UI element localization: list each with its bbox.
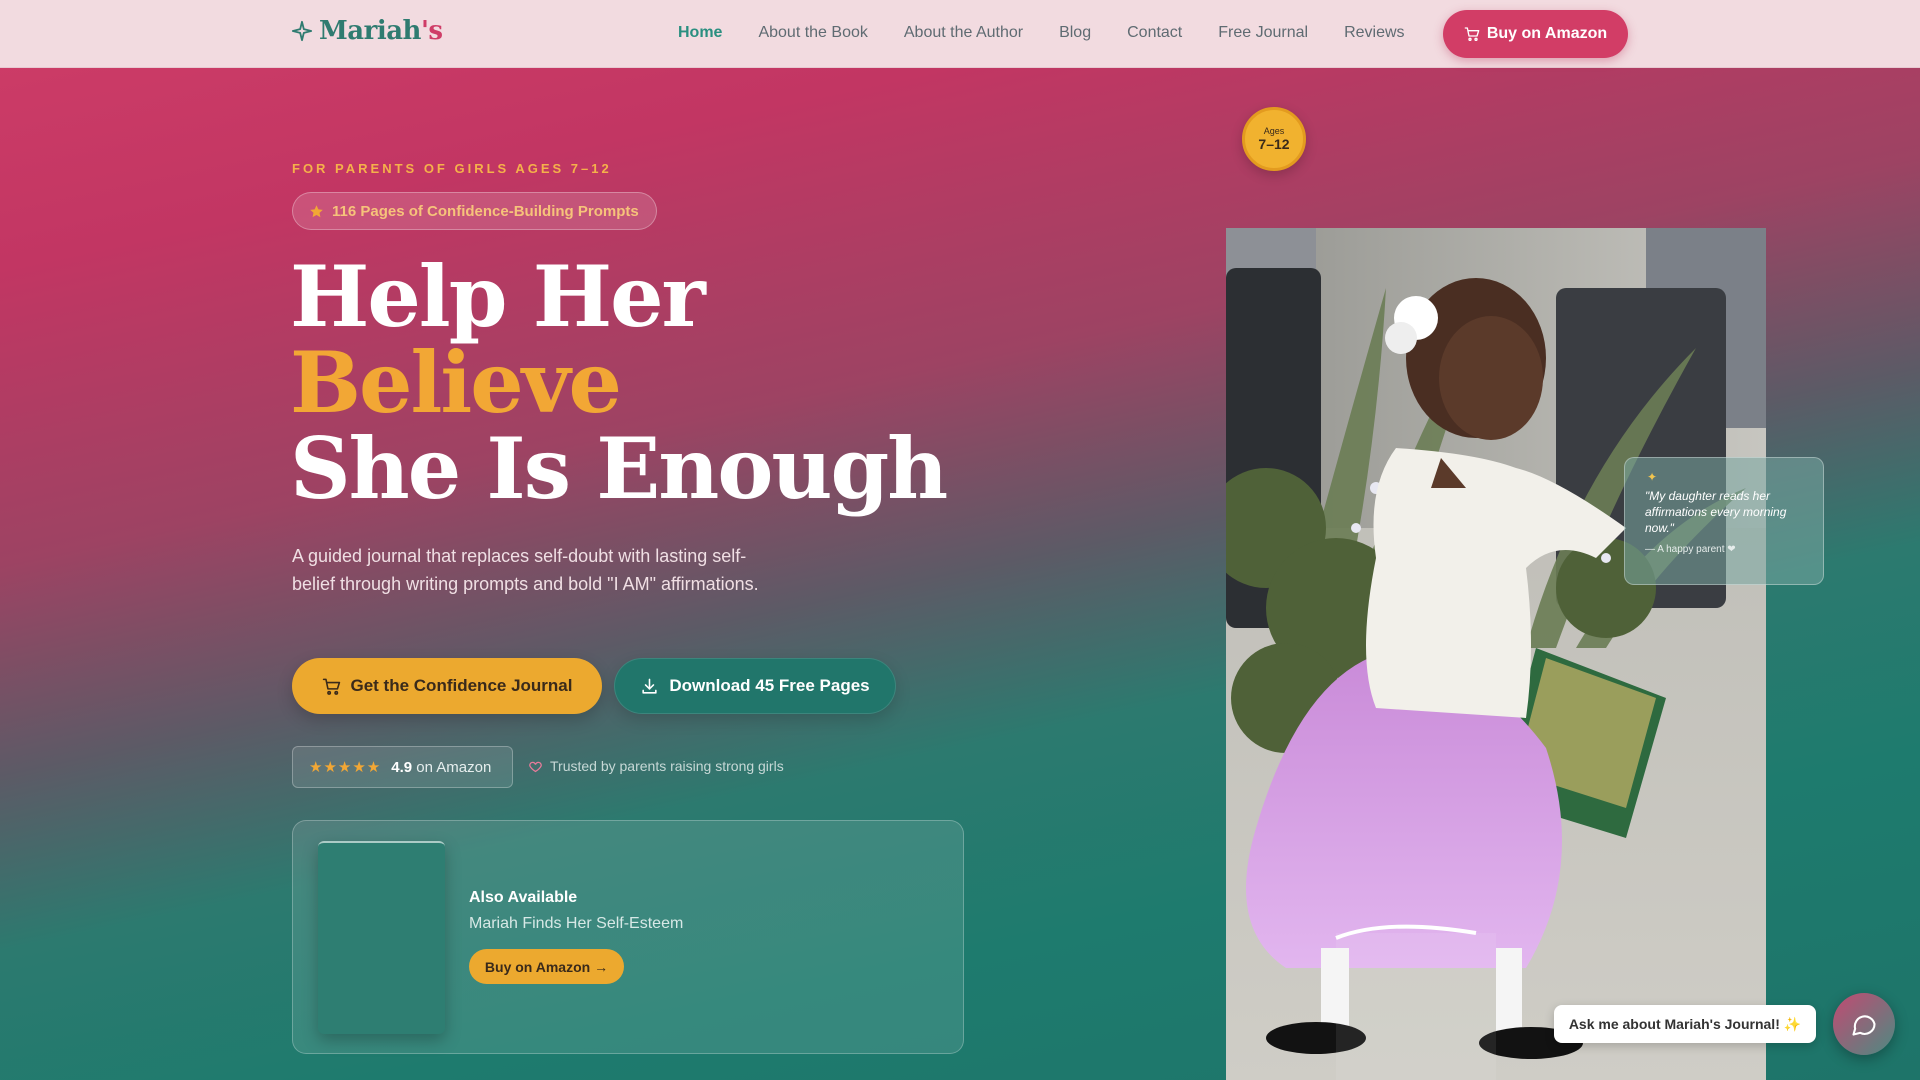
amazon-rating: ★★★★★ 4.9 on Amazon xyxy=(292,746,513,788)
chat-prompt-bubble[interactable]: Ask me about Mariah's Journal! ✨ xyxy=(1554,1005,1816,1043)
age-label: Ages xyxy=(1263,126,1285,136)
hero-subtitle: A guided journal that replaces self-doub… xyxy=(292,546,759,594)
also-available-card: Also Available Mariah Finds Her Self-Est… xyxy=(292,820,964,1054)
sparkle-icon: ✦ xyxy=(1647,470,1658,484)
get-journal-label: Get the Confidence Journal xyxy=(350,676,573,695)
also-available-title: Also Available xyxy=(469,889,578,906)
star-icon xyxy=(310,204,323,217)
heart-icon xyxy=(529,761,542,772)
girl-photo-illustration xyxy=(1226,228,1766,1080)
age-range: 7–12 xyxy=(1258,136,1290,152)
also-buy-button[interactable]: Buy on Amazon → xyxy=(469,949,624,984)
testimonial-author: — A happy parent ❤ xyxy=(1645,544,1736,555)
age-badge: Ages 7–12 xyxy=(1242,107,1306,171)
nav-item-about-author[interactable]: About the Author xyxy=(904,24,1023,42)
cart-icon xyxy=(322,678,340,695)
hero-photo xyxy=(1226,228,1766,1080)
hero-headline: Help Her Believe She Is Enough xyxy=(290,247,948,518)
nav-buy-button[interactable]: Buy on Amazon xyxy=(1443,10,1628,58)
nav-links: Home About the Book About the Author Blo… xyxy=(678,24,1441,42)
get-journal-button[interactable]: Get the Confidence Journal xyxy=(292,658,602,714)
nav-item-free-journal[interactable]: Free Journal xyxy=(1218,24,1308,42)
nav-item-contact[interactable]: Contact xyxy=(1127,24,1182,42)
download-free-pages-button[interactable]: Download 45 Free Pages xyxy=(614,658,896,714)
brand-name: Mariah's xyxy=(319,16,443,46)
nav-item-blog[interactable]: Blog xyxy=(1059,24,1091,42)
brand-logo[interactable]: Mariah's xyxy=(291,16,443,46)
nav-item-home[interactable]: Home xyxy=(678,24,722,42)
book-cover[interactable] xyxy=(318,841,445,1034)
headline-line-2: Believe xyxy=(290,333,622,432)
download-icon xyxy=(642,678,657,694)
also-available-book: Mariah Finds Her Self-Esteem xyxy=(469,915,684,932)
testimonial-quote: "My daughter reads her affirmations ever… xyxy=(1645,489,1787,535)
rating-text: 4.9 on Amazon xyxy=(391,758,492,776)
nav-buy-label: Buy on Amazon xyxy=(1486,25,1608,42)
cart-icon xyxy=(1464,27,1480,41)
trusted-note: Trusted by parents raising strong girls xyxy=(528,758,784,774)
headline-line-3: She Is Enough xyxy=(290,419,948,518)
nav-item-about-book[interactable]: About the Book xyxy=(758,24,867,42)
pill-label: 116 Pages of Confidence-Building Prompts xyxy=(332,202,639,220)
testimonial-card: ✦ "My daughter reads her affirmations ev… xyxy=(1624,457,1824,585)
chat-bubble-icon xyxy=(1852,1015,1876,1036)
rating-stars: ★★★★★ xyxy=(309,759,382,776)
sparkle-icon xyxy=(291,20,313,42)
chat-open-button[interactable] xyxy=(1833,993,1895,1055)
top-navigation: Mariah's Home About the Book About the A… xyxy=(0,0,1920,68)
download-label: Download 45 Free Pages xyxy=(669,676,870,695)
headline-line-1: Help Her xyxy=(290,247,706,346)
trusted-text: Trusted by parents raising strong girls xyxy=(550,758,784,774)
hero-eyebrow: FOR PARENTS OF GIRLS AGES 7–12 xyxy=(292,161,612,176)
nav-item-reviews[interactable]: Reviews xyxy=(1344,24,1404,42)
pages-pill: 116 Pages of Confidence-Building Prompts xyxy=(292,192,657,230)
